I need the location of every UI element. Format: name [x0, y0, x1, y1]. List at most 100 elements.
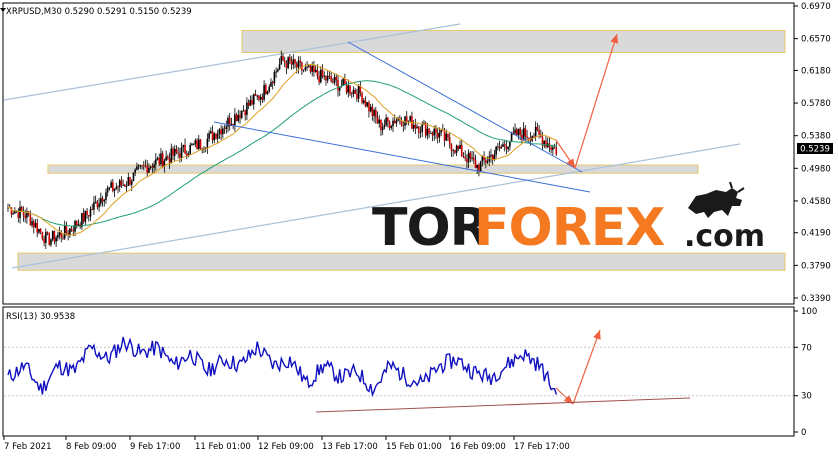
candle-body: [282, 56, 284, 61]
candle-body: [472, 157, 475, 161]
candle-body: [347, 85, 350, 93]
candle-body: [45, 231, 47, 243]
candle-body: [239, 114, 241, 118]
candle-body: [130, 181, 133, 185]
candle-body: [471, 157, 473, 159]
price-tick-label: 0.3790: [801, 261, 831, 271]
rsi-tick-label: 100: [801, 307, 817, 317]
candle-body: [266, 91, 269, 94]
candle-body: [545, 140, 547, 147]
candle-body: [469, 152, 472, 159]
candle-body: [129, 177, 131, 185]
candle-body: [208, 132, 210, 139]
candle-body: [182, 144, 185, 148]
price-tick-label: 0.6970: [801, 2, 831, 12]
rsi-tick-label: 30: [801, 392, 812, 402]
rsi-header: RSI(13) 30.9538: [6, 312, 75, 322]
candle-body: [57, 234, 59, 238]
candle-body: [507, 146, 509, 150]
candle-body: [438, 132, 441, 138]
candle-body: [34, 222, 37, 228]
candle-body: [199, 139, 202, 149]
symbol-header: XRPUSD,M30 0.5290 0.5291 0.5150 0.5239: [6, 7, 192, 17]
candle-body: [91, 208, 94, 210]
candle-body: [431, 133, 434, 136]
candle-body: [337, 79, 339, 91]
candle-body: [240, 110, 243, 118]
candle-body: [254, 94, 257, 96]
candle-body: [265, 85, 267, 94]
candle-body: [175, 148, 178, 153]
candle-body: [435, 128, 437, 133]
candle-body: [356, 93, 358, 99]
candle-body: [55, 237, 57, 242]
candle-body: [534, 127, 537, 137]
rsi-tick-label: 0: [801, 428, 806, 438]
candle-body: [517, 128, 520, 136]
candle-body: [48, 233, 51, 245]
candle-body: [259, 96, 262, 100]
candle-body: [295, 63, 298, 68]
candle-body: [481, 156, 484, 162]
candle-body: [307, 65, 310, 67]
time-tick-label: 12 Feb 09:00: [258, 442, 314, 452]
candle-body: [120, 180, 123, 186]
candle-body: [283, 60, 286, 63]
candle-body: [436, 132, 439, 138]
candle-body: [197, 139, 200, 149]
time-tick-label: 11 Feb 01:00: [195, 442, 251, 452]
candle-body: [141, 165, 143, 167]
candle-body: [414, 124, 417, 129]
candle-body: [149, 166, 152, 168]
candle-body: [299, 60, 301, 63]
candle-body: [457, 145, 460, 150]
candle-body: [69, 228, 71, 235]
candle-body: [210, 131, 212, 133]
candle-body: [412, 124, 415, 129]
candle-body: [258, 95, 260, 100]
candle-body: [246, 102, 248, 115]
price-tick-label: 0.5780: [801, 99, 831, 109]
logo-forex: FOREX: [474, 198, 665, 258]
candle-body: [106, 187, 109, 193]
candle-body: [345, 84, 348, 93]
time-tick-label: 13 Feb 17:00: [322, 442, 378, 452]
time-tick-label: 7 Feb 2021: [4, 442, 52, 452]
candle-body: [428, 128, 430, 134]
candle-body: [405, 116, 408, 122]
candle-body: [349, 85, 351, 94]
candle-body: [416, 126, 418, 129]
candle-body: [24, 215, 26, 218]
candle-body: [454, 150, 456, 153]
time-tick-label: 8 Feb 09:00: [66, 442, 116, 452]
price-tick-label: 0.4980: [801, 164, 831, 174]
candle-body: [113, 188, 116, 191]
chart-canvas[interactable]: 0.6970 0.6570 0.6180 0.5780 0.5380 0.4980 0.45…: [0, 0, 838, 458]
candle-body: [292, 59, 295, 65]
candle-body: [445, 133, 448, 141]
candle-body: [383, 125, 386, 128]
candle-body: [81, 213, 83, 227]
candle-body: [447, 133, 449, 138]
candle-body: [505, 146, 508, 150]
candle-body: [65, 225, 68, 233]
sr-zone: [241, 29, 786, 53]
candle-body: [332, 81, 334, 83]
candle-body: [118, 180, 121, 188]
candle-body: [86, 210, 88, 216]
price-tick-label: 0.6570: [801, 35, 831, 45]
candle-body: [62, 237, 64, 239]
candle-body: [385, 117, 387, 126]
candle-body: [524, 128, 527, 137]
candle-body: [323, 75, 326, 77]
candle-body: [277, 69, 279, 72]
candle-body: [244, 110, 246, 115]
candle-body: [466, 158, 468, 163]
candle-body: [526, 136, 528, 138]
candle-body: [142, 165, 145, 167]
candle-body: [29, 214, 32, 226]
candle-body: [136, 166, 138, 170]
candle-body: [371, 106, 374, 116]
price-tick-label: 0.6180: [801, 66, 831, 76]
candle-body: [43, 238, 45, 243]
